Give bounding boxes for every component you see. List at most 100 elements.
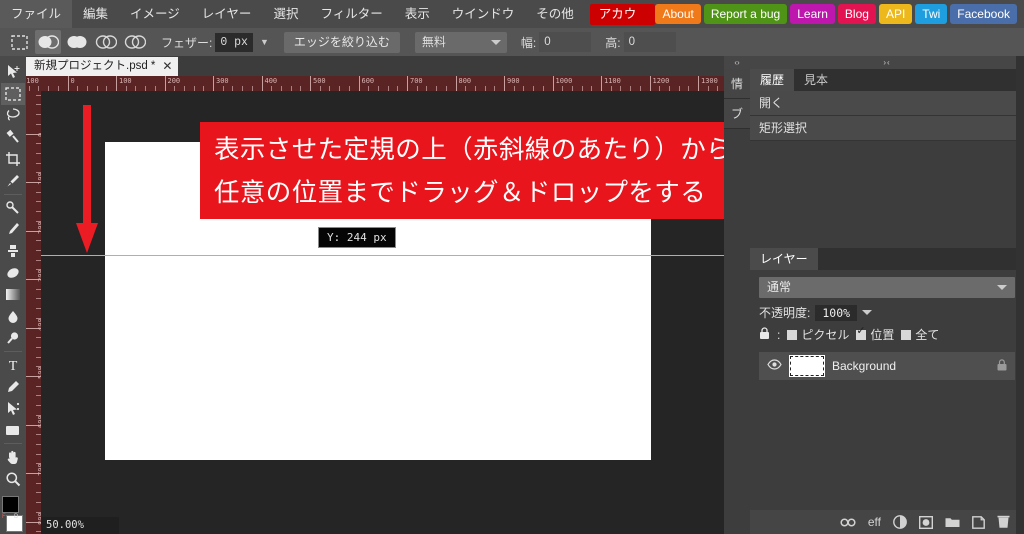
link-button-twitter[interactable]: Twi (915, 4, 948, 24)
ruler-major-tick (552, 76, 554, 91)
selection-add-icon[interactable] (64, 30, 90, 54)
menu-item-filter[interactable]: フィルター (309, 0, 393, 28)
lock-row: : ピクセル 位置 全て (759, 324, 1015, 343)
feather-dropdown-icon[interactable]: ▼ (260, 37, 269, 47)
checkbox-position[interactable] (856, 324, 867, 340)
toolbox-divider-3 (4, 443, 22, 445)
layer-effects-icon[interactable]: eff (868, 515, 881, 529)
menu-item-edit[interactable]: 編集 (72, 0, 119, 28)
menu-item-view[interactable]: 表示 (394, 0, 441, 28)
selection-style-select[interactable]: 無料 (414, 31, 507, 53)
ruler-label: 1200 (652, 77, 670, 85)
blend-mode-select[interactable]: 通常 (759, 277, 1015, 298)
history-item-open[interactable]: 開く (750, 91, 1024, 116)
pen-tool[interactable] (1, 376, 25, 398)
width-label: 幅: (520, 35, 537, 50)
magic-wand-tool[interactable] (1, 126, 25, 148)
layer-mask-icon[interactable] (919, 515, 933, 529)
ruler-major-tick (407, 76, 408, 91)
vertical-ruler[interactable]: -1000100200300400500600700800 (26, 91, 41, 534)
new-group-icon[interactable] (945, 516, 960, 528)
lock-option-pixels-label: ピクセル (801, 328, 850, 342)
color-swatches[interactable]: F D (1, 496, 25, 534)
close-icon[interactable]: ✕ (162, 57, 172, 76)
panel-collapse-icon[interactable]: ›‹ (750, 56, 1024, 69)
marquee-tool[interactable] (1, 82, 25, 105)
selection-new-icon[interactable] (35, 30, 61, 54)
crop-tool[interactable] (1, 148, 25, 170)
document-tab[interactable]: 新規プロジェクト.psd * ✕ (26, 57, 179, 76)
ruler-label: 100 (119, 77, 132, 85)
collapsed-tab-info[interactable]: 情 (724, 69, 750, 99)
layers-panel-toolbar: eff (750, 510, 1024, 534)
foreground-color-swatch[interactable] (2, 496, 19, 513)
collapsed-tab-brush[interactable]: ブ (724, 99, 750, 129)
ruler-label: 0 (70, 77, 75, 85)
layer-row[interactable]: Background (759, 352, 1015, 380)
lock-option-all[interactable]: 全て (901, 326, 939, 343)
path-selection-tool[interactable] (1, 398, 25, 420)
width-input[interactable]: 0 (539, 32, 592, 52)
selection-subtract-icon[interactable] (93, 30, 119, 54)
menu-item-account[interactable]: アカウント (589, 3, 656, 42)
tab-swatches[interactable]: 見本 (794, 69, 839, 91)
link-button-learn[interactable]: Learn (790, 4, 835, 24)
menu-item-layer[interactable]: レイヤー (191, 0, 263, 28)
opacity-dropdown-icon[interactable] (862, 310, 873, 315)
link-layers-icon[interactable] (840, 517, 856, 527)
zoom-level-indicator[interactable]: 50.00% (41, 517, 119, 534)
clone-stamp-tool[interactable] (1, 240, 25, 262)
menu-item-window[interactable]: ウインドウ (441, 0, 526, 28)
type-tool[interactable]: T (1, 354, 25, 376)
layer-thumbnail[interactable] (789, 355, 825, 377)
gradient-tool[interactable] (1, 284, 25, 306)
width-field-group: 幅: 0 (520, 32, 592, 52)
link-button-api[interactable]: API (878, 4, 913, 24)
link-button-facebook[interactable]: Facebook (950, 4, 1017, 24)
blur-tool[interactable] (1, 306, 25, 328)
ruler-label: 400 (264, 77, 278, 85)
lock-option-position[interactable]: 位置 (856, 324, 894, 343)
layer-visibility-icon[interactable] (767, 359, 782, 373)
zoom-tool[interactable] (1, 468, 25, 490)
panel-scrollbar[interactable] (1016, 56, 1024, 534)
menu-item-more[interactable]: その他 (525, 0, 585, 28)
move-tool[interactable] (1, 61, 25, 83)
dodge-tool[interactable] (1, 328, 25, 350)
ruler-major-tick (116, 76, 117, 91)
hand-tool[interactable] (1, 446, 25, 468)
ruler-major-tick (67, 76, 69, 91)
link-button-about[interactable]: About (655, 4, 701, 24)
history-item-rect-select[interactable]: 矩形選択 (750, 116, 1024, 141)
feather-input[interactable]: 0 px (215, 32, 253, 52)
marquee-icon[interactable] (6, 30, 32, 54)
tab-layers[interactable]: レイヤー (750, 248, 818, 270)
eraser-tool[interactable] (1, 262, 25, 284)
link-button-blog[interactable]: Blog (837, 4, 876, 24)
healing-brush-tool[interactable] (1, 197, 25, 219)
ruler-major-tick (164, 76, 166, 91)
checkbox-pixels[interactable] (787, 329, 798, 340)
ruler-label: 900 (507, 77, 520, 85)
eyedropper-tool[interactable] (1, 170, 25, 192)
new-layer-icon[interactable] (972, 515, 985, 529)
horizontal-ruler[interactable]: -100 0 100 200 300 400 500 600 700 800 900 1000 1100… (26, 76, 724, 91)
tab-history[interactable]: 履歴 (750, 69, 795, 91)
adjustment-layer-icon[interactable] (893, 515, 907, 529)
link-button-report-bug[interactable]: Report a bug (703, 4, 788, 24)
menu-item-image[interactable]: イメージ (119, 0, 191, 28)
lock-option-pixels[interactable]: ピクセル (787, 326, 849, 343)
delete-layer-icon[interactable] (997, 515, 1010, 529)
shape-tool[interactable] (1, 420, 25, 442)
menu-item-file[interactable]: ファイル (0, 0, 73, 28)
lasso-tool[interactable] (1, 105, 25, 127)
menu-item-select[interactable]: 選択 (262, 0, 309, 28)
expand-panels-icon[interactable]: ‹› (724, 56, 750, 69)
height-input[interactable]: 0 (623, 32, 676, 52)
selection-intersect-icon[interactable] (122, 30, 148, 54)
checkbox-all[interactable] (901, 329, 912, 340)
opacity-value[interactable]: 100% (815, 304, 858, 321)
refine-edge-button[interactable]: エッジを絞り込む (283, 31, 400, 53)
horizontal-guide[interactable] (41, 255, 724, 256)
brush-tool[interactable] (1, 219, 25, 241)
